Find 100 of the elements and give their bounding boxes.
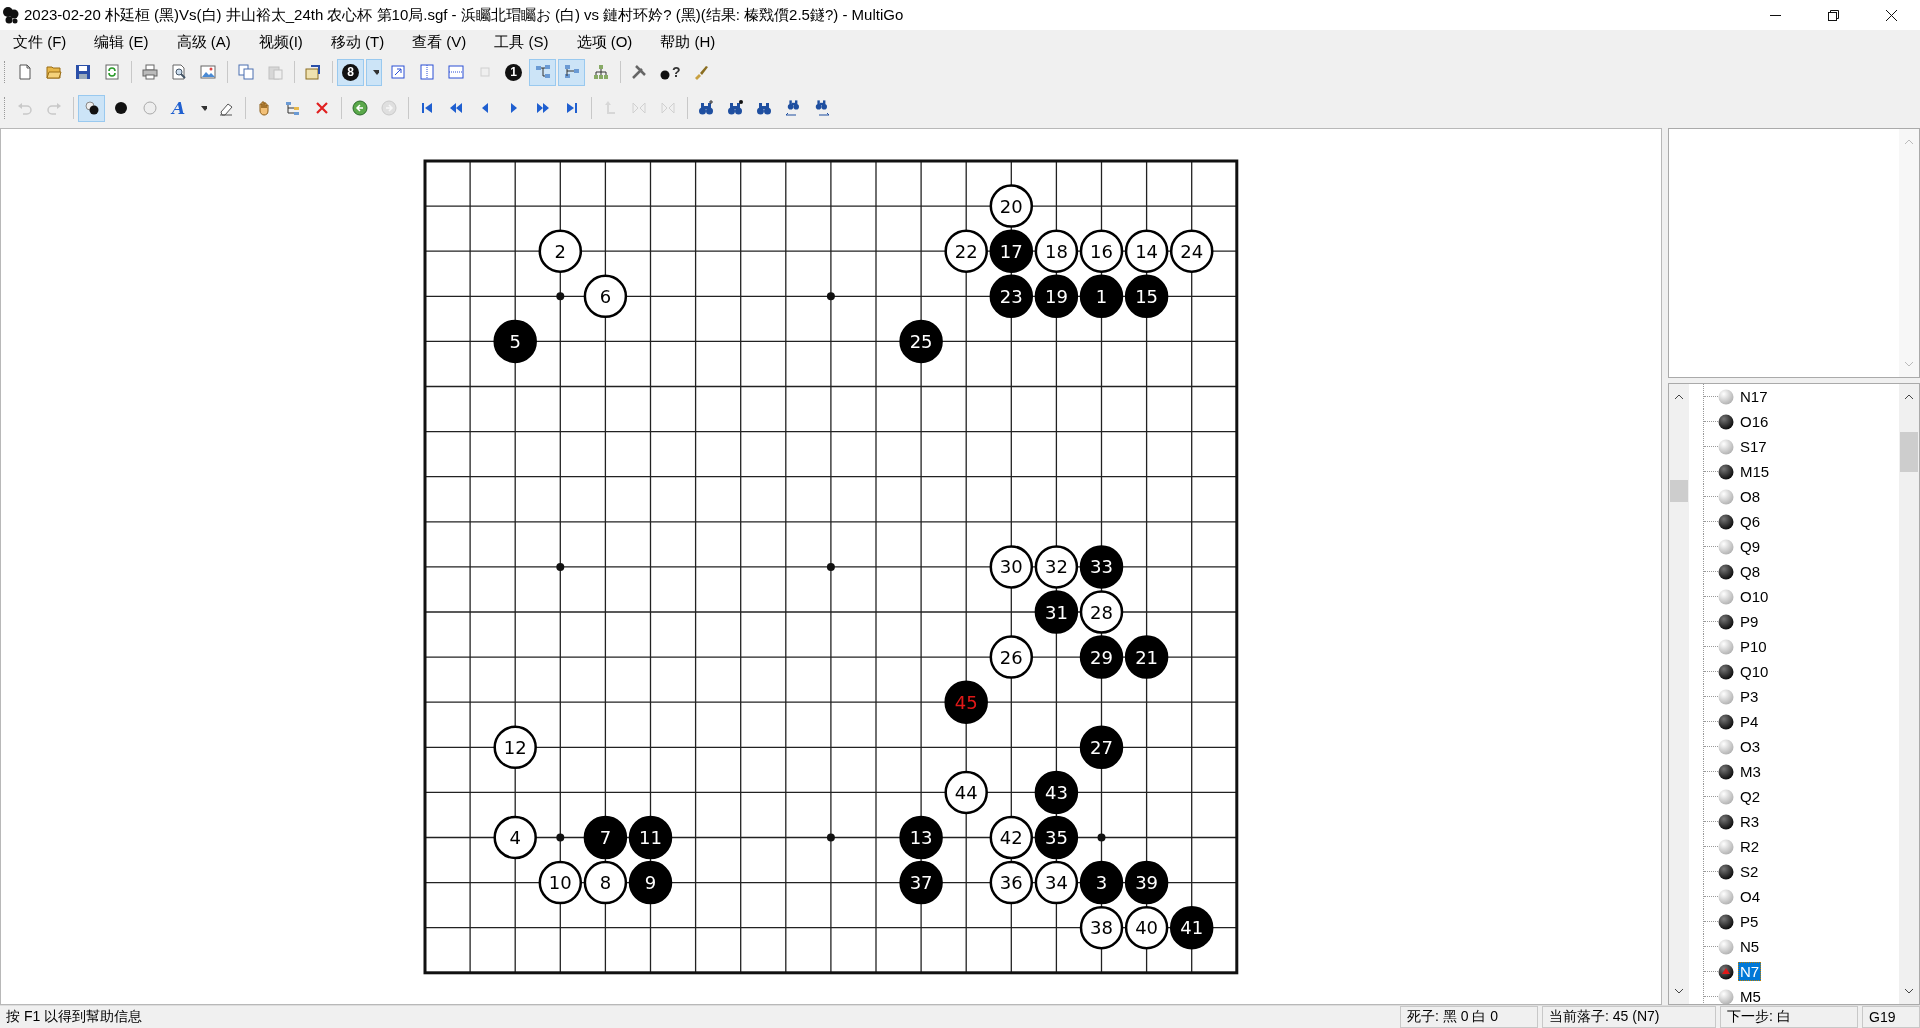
go-board[interactable]: 20 2 22 17 18 16 14 24 6 23 19 1 15 5 25 30 32 33 31 28 26 29 21 45 12 27 44 43 4 7 11 13 42 35 10 8 9 37 36 34 3 39 38 40 41 [401, 136, 1261, 997]
status-text: 当前落子: 45 (N7) [1542, 1006, 1716, 1028]
refresh-icon [103, 64, 120, 80]
menu-item[interactable]: 视频(I) [247, 30, 314, 54]
scrollbar[interactable] [1899, 129, 1919, 377]
printer-icon [141, 64, 158, 80]
move-list-item[interactable]: S2 [1738, 862, 1761, 881]
go-stone: 17 [989, 228, 1034, 273]
help-button[interactable]: ? [654, 58, 686, 86]
scroll-thumb[interactable] [1900, 432, 1918, 472]
move-list-item[interactable]: M5 [1738, 987, 1763, 1004]
move-list-item[interactable]: M3 [1738, 762, 1763, 781]
go-stone: 27 [1079, 725, 1124, 769]
redo-icon [45, 100, 62, 116]
scrollbar[interactable] [1899, 384, 1919, 1004]
move-list-item[interactable]: O16 [1738, 412, 1771, 431]
label-button[interactable]: A [165, 94, 192, 122]
go-stone: 24 [1169, 228, 1214, 273]
go-stone: 7 [583, 815, 628, 859]
go-stone: 34 [1034, 860, 1079, 904]
star-point [826, 833, 835, 841]
go-stone: 6 [583, 274, 628, 318]
tree-icon [563, 64, 580, 80]
go-stone: 30 [989, 544, 1034, 589]
move-list-item[interactable]: M15 [1738, 462, 1772, 481]
window-title: 2023-02-20 朴廷桓 (黑)Vs(白) 井山裕太_24th 农心杯 第10局.sgf - 浜矚北瑁矚お (白) vs 鏈村环妗? (黑)(结果: 榛戣儨2.5鐩?) - MultiGo [24, 5, 904, 25]
go-stone: 21 [1124, 634, 1169, 679]
copy-icon [237, 64, 254, 80]
star-point [556, 562, 565, 571]
move-list-item[interactable]: Q10 [1738, 662, 1771, 681]
properties-icon [304, 64, 321, 80]
go-stone: 31 [1034, 589, 1079, 634]
move-list-item[interactable]: P4 [1738, 712, 1761, 731]
move-number-button[interactable]: 8 [337, 58, 364, 86]
move-list-item[interactable]: R3 [1738, 812, 1762, 831]
go-stone: 28 [1079, 589, 1124, 634]
menu-item[interactable]: 查看 (V) [401, 30, 478, 54]
move-list-item[interactable]: P3 [1738, 687, 1761, 706]
menu-item[interactable]: 编辑 (E) [83, 30, 160, 54]
go-stone: 43 [1034, 770, 1079, 814]
move-list-item[interactable]: S17 [1738, 437, 1769, 456]
move-list-item[interactable]: O4 [1738, 887, 1762, 906]
stone-icon [141, 100, 158, 116]
move-list-item[interactable]: O8 [1738, 487, 1762, 506]
go-stone: 11 [628, 815, 673, 859]
menu-item[interactable]: 移动 (T) [319, 30, 396, 54]
move-list-item[interactable]: Q8 [1738, 562, 1762, 581]
go-stone: 19 [1034, 274, 1079, 318]
move-list-item[interactable]: N17 [1738, 387, 1770, 406]
mirror-icon [630, 100, 647, 116]
go-stone: 45 [944, 679, 988, 724]
move-list-item[interactable]: Q9 [1738, 537, 1762, 556]
move-list-item[interactable]: N5 [1738, 937, 1762, 956]
move-list-item[interactable]: P10 [1738, 637, 1769, 656]
scroll-down-icon [1904, 988, 1914, 994]
move-list-item[interactable]: O3 [1738, 737, 1762, 756]
menu-item[interactable]: 选项 (O) [565, 30, 644, 54]
dropdown-button[interactable] [366, 58, 382, 86]
close-icon [313, 100, 330, 116]
tree-view-button[interactable] [529, 58, 556, 86]
folder-icon [45, 64, 62, 80]
go-stone: 12 [493, 725, 537, 769]
go-stones-icon [2, 6, 20, 24]
move-list-item[interactable]: Q6 [1738, 512, 1762, 531]
scroll-down-icon [1674, 988, 1684, 994]
status-text: 死子: 黑 0 白 0 [1400, 1006, 1538, 1028]
status-text: 下一步: 白 [1720, 1006, 1858, 1028]
go-stone: 18 [1034, 228, 1079, 273]
move-list-item[interactable]: R2 [1738, 837, 1762, 856]
menu-item[interactable]: 文件 (F) [2, 30, 78, 54]
move-list-item[interactable]: P5 [1738, 912, 1761, 931]
arrow-box-icon [389, 64, 406, 80]
star-point [826, 291, 835, 300]
move-number-button[interactable]: 1 [500, 58, 527, 86]
move-list-item[interactable]: P9 [1738, 612, 1761, 631]
move-list-item[interactable]: N7 [1738, 962, 1762, 981]
scrollbar[interactable] [1669, 384, 1689, 1004]
move-list-item[interactable]: Q2 [1738, 787, 1762, 806]
alternate-play-button[interactable] [78, 94, 105, 122]
brush-icon [693, 64, 710, 80]
mirror-icon [659, 100, 676, 116]
star-point [1097, 833, 1106, 841]
menu-item[interactable]: 高级 (A) [165, 30, 242, 54]
go-stone: 23 [989, 274, 1034, 318]
go-stone: 10 [538, 860, 583, 904]
menu-item[interactable]: 帮助 (H) [649, 30, 727, 54]
status-text: 按 F1 以得到幫助信息 [5, 1007, 144, 1026]
move-list-item[interactable]: O10 [1738, 587, 1771, 606]
document-icon [16, 64, 33, 80]
tree-view-button[interactable] [558, 58, 585, 86]
scroll-down-icon [1904, 361, 1914, 367]
scroll-up-icon [1904, 394, 1914, 400]
go-stone: 1 [1079, 274, 1124, 318]
go-stone: 44 [944, 770, 988, 814]
close-icon [1885, 9, 1897, 21]
scroll-thumb[interactable] [1670, 480, 1688, 502]
status-text: G19 [1862, 1006, 1920, 1028]
go-stone: 32 [1034, 544, 1079, 589]
go-stone: 15 [1124, 274, 1169, 318]
menu-item[interactable]: 工具 (S) [483, 30, 560, 54]
